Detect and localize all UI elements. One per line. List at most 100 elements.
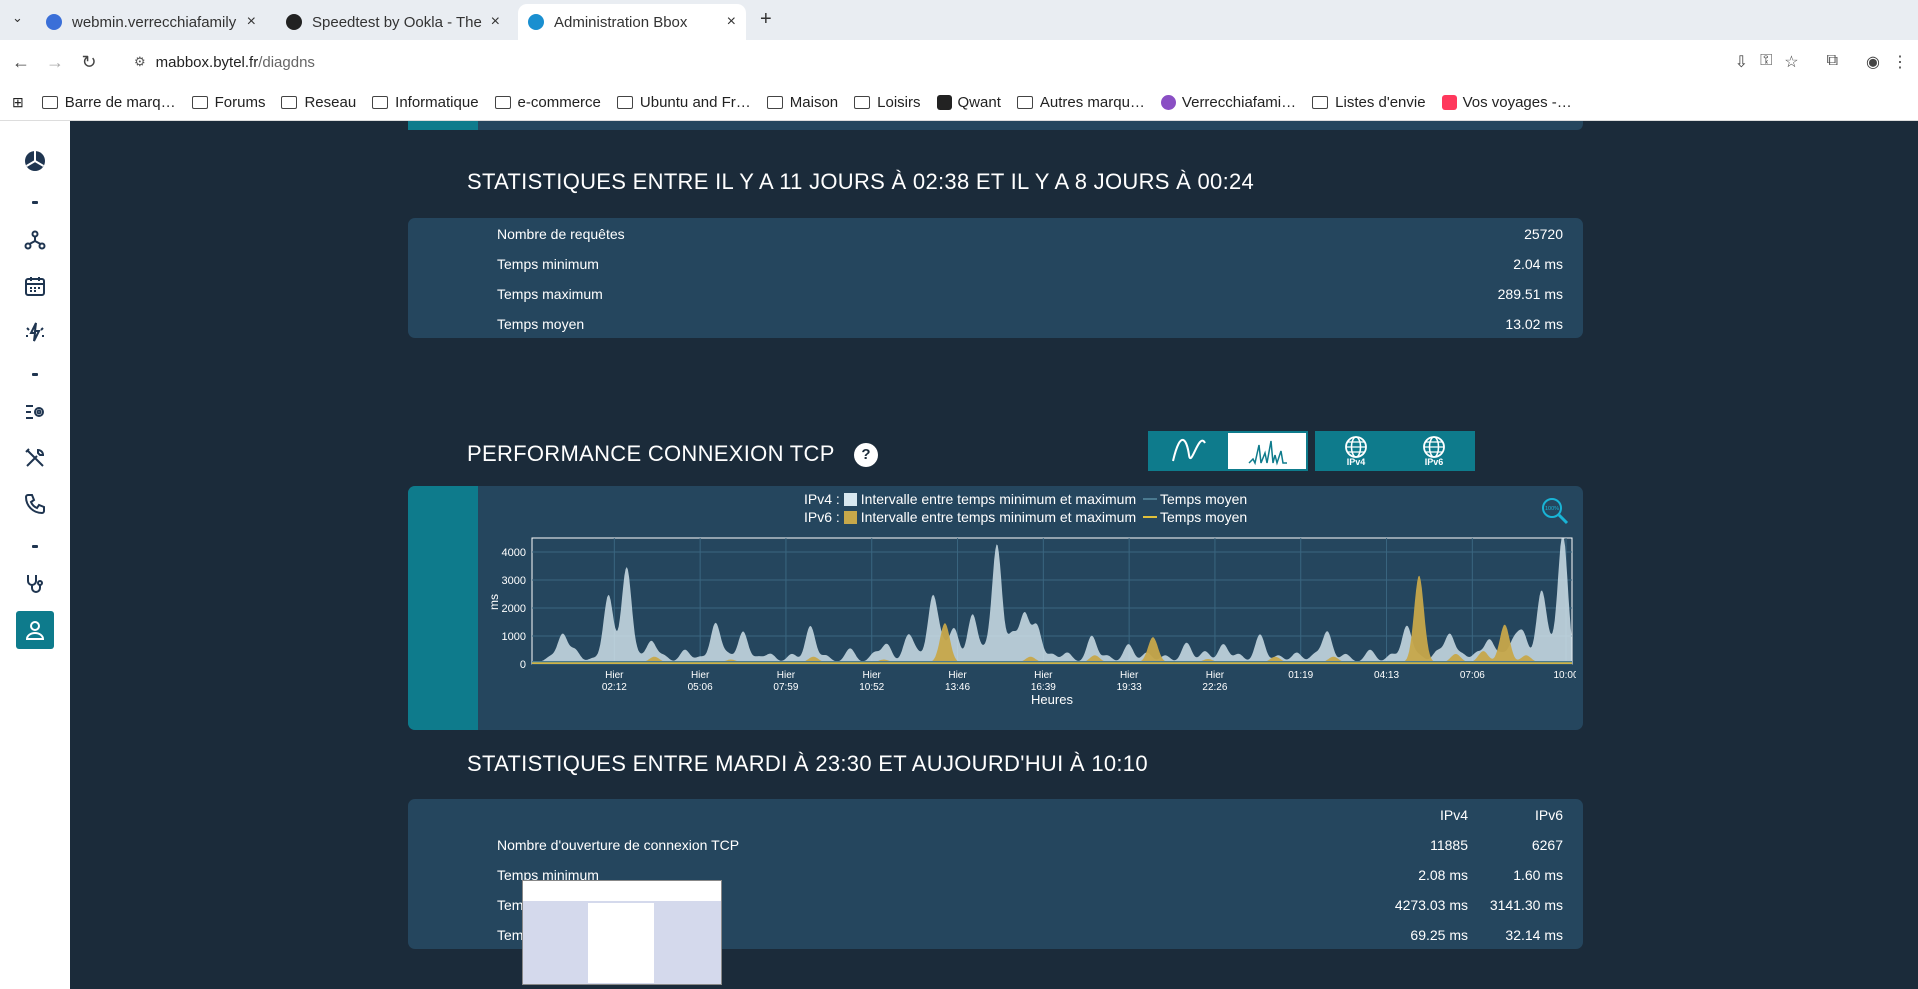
stats-header-row: IPv4 IPv6 [497, 807, 1563, 831]
bookmark-folder[interactable]: Listes d'envie [1312, 94, 1426, 111]
extensions-icon[interactable]: ⧉ [1827, 52, 1838, 72]
settings-icon[interactable] [16, 393, 54, 431]
bookmark-airbnb[interactable]: Vos voyages -… [1441, 94, 1572, 111]
calendar-icon[interactable] [16, 267, 54, 305]
bookmark-folder[interactable]: Loisirs [854, 94, 921, 111]
stat-value-ipv6: 6267 [1531, 837, 1563, 853]
bookmark-folder[interactable]: Forums [191, 94, 265, 111]
x-tick-label: Hier [1120, 670, 1139, 681]
user-icon[interactable] [16, 611, 54, 649]
address-input[interactable]: ⚙ mabbox.bytel.fr/diagdns [120, 45, 1660, 79]
bookmark-verrecchia[interactable]: Verrecchiafami… [1160, 94, 1296, 111]
help-button[interactable]: ? [854, 443, 878, 467]
key-icon[interactable]: ⚿ [1760, 52, 1772, 72]
stats-row: Temps minimum 2.04 ms [497, 256, 1563, 280]
x-tick-label: Hier [948, 670, 967, 681]
legend-range-label: Intervalle entre temps minimum et maximu… [860, 491, 1137, 507]
x-tick-label: 01:19 [1288, 670, 1313, 681]
x-tick-label: 10:52 [859, 682, 884, 693]
x-tick-label: Hier [863, 670, 882, 681]
globe-icon [1423, 436, 1445, 458]
stats-row: Nombre de requêtes 25720 [497, 226, 1563, 250]
apps-icon[interactable]: ⊞ [12, 94, 24, 111]
dns-stats-title: STATISTIQUES ENTRE IL Y A 11 JOURS À 02:… [467, 169, 1255, 194]
dns-stats-card: Nombre de requêtes 25720 Temps minimum 2.0… [408, 218, 1583, 338]
close-tab-icon[interactable]: × [491, 13, 500, 31]
stat-label: Temps minimum [497, 256, 599, 272]
close-tab-icon[interactable]: × [247, 13, 256, 31]
phone-icon[interactable] [16, 485, 54, 523]
folder-icon [854, 95, 871, 109]
webmin-favicon [46, 14, 62, 30]
new-tab-button[interactable]: + [760, 8, 772, 31]
folder-icon [1312, 95, 1329, 109]
forward-icon[interactable]: → [38, 52, 72, 73]
bookmark-folder[interactable]: e-commerce [494, 94, 601, 111]
x-tick-label: 07:06 [1460, 670, 1485, 681]
bookmark-folder[interactable]: Ubuntu and Fr… [616, 94, 751, 111]
y-tick-label: 3000 [502, 575, 526, 587]
tab-list-button[interactable]: ⌄ [12, 10, 23, 26]
legend-swatch-ipv6-range [843, 511, 857, 524]
stat-label: Nombre de requêtes [497, 226, 625, 242]
tab-bbox[interactable]: Administration Bbox × [518, 4, 746, 40]
zoom-label: 100% [1545, 506, 1559, 512]
tools-icon[interactable] [16, 439, 54, 477]
menu-icon[interactable]: ⋮ [1892, 52, 1908, 72]
zoom-reset-icon[interactable]: 100% [1541, 497, 1569, 525]
site-info-icon[interactable]: ⚙ [134, 54, 146, 70]
y-tick-label: 0 [520, 659, 526, 671]
separator [32, 545, 38, 548]
back-icon[interactable]: ← [4, 52, 38, 73]
bookmarks-bar: ⊞ Barre de marq… Forums Reseau Informati… [0, 84, 1918, 121]
star-icon[interactable]: ☆ [1784, 52, 1798, 72]
install-icon[interactable]: ⇩ [1735, 52, 1748, 72]
address-domain: mabbox.bytel.fr [155, 53, 259, 71]
stat-value-ipv4: 4273.03 ms [1394, 897, 1468, 913]
smooth-curve-button[interactable] [1150, 433, 1228, 469]
x-tick-label: Hier [1034, 670, 1053, 681]
close-tab-icon[interactable]: × [727, 13, 736, 31]
profile-icon[interactable]: ◉ [1866, 52, 1880, 72]
stat-value-ipv6: 32.14 ms [1505, 927, 1563, 943]
column-header-ipv4: IPv4 [1439, 807, 1468, 823]
tab-speedtest[interactable]: Speedtest by Ookla - The × [276, 4, 510, 40]
folder-icon [372, 95, 389, 109]
network-icon[interactable] [16, 221, 54, 259]
tcp-chart-card: IPv4 : Intervalle entre temps minimum et… [408, 486, 1583, 730]
reload-icon[interactable]: ↻ [72, 52, 106, 73]
ipv6-button[interactable]: IPv6 [1395, 433, 1473, 469]
x-tick-label: 10:00 [1553, 670, 1576, 681]
tab-webmin[interactable]: webmin.verrecchiafamily × [36, 4, 266, 40]
bookmark-folder[interactable]: Informatique [372, 94, 479, 111]
stethoscope-icon[interactable] [16, 565, 54, 603]
tcp-chart[interactable]: 01000200030004000Hier02:12Hier05:06Hier0… [486, 536, 1576, 726]
x-tick-label: 13:46 [945, 682, 970, 693]
bookmark-folder[interactable]: Barre de marq… [41, 94, 176, 111]
stat-value-ipv4: 2.08 ms [1418, 867, 1468, 883]
x-axis-label: Heures [1031, 692, 1073, 707]
power-icon[interactable] [16, 313, 54, 351]
separator [32, 373, 38, 376]
bookmark-qwant[interactable]: Qwant [936, 94, 1001, 111]
stats-row: Temps maximum 289.51 ms [497, 286, 1563, 310]
address-path: /diagdns [258, 53, 315, 71]
tcp-stats-title: STATISTIQUES ENTRE MARDI À 23:30 ET AUJO… [467, 751, 1148, 776]
window-thumbnail-preview[interactable] [522, 880, 722, 985]
chart-type-toggle [1148, 431, 1308, 471]
tab-title: Administration Bbox [554, 13, 688, 31]
peaks-chart-button[interactable] [1228, 433, 1306, 469]
bookmark-folder[interactable]: Reseau [281, 94, 356, 111]
stat-value-ipv4: 69.25 ms [1410, 927, 1468, 943]
legend-mean-label: Temps moyen [1160, 509, 1248, 525]
x-tick-label: Hier [777, 670, 796, 681]
bookmark-folder[interactable]: Maison [766, 94, 838, 111]
y-tick-label: 2000 [502, 603, 526, 615]
toolbar-icons: ⇩ ⚿ ☆ ⧉ ◉ ⋮ [1735, 52, 1908, 72]
legend-swatch-ipv4-range [843, 493, 857, 506]
bbox-logo-icon[interactable] [16, 142, 54, 180]
bookmark-folder[interactable]: Autres marqu… [1016, 94, 1145, 111]
x-tick-label: Hier [1206, 670, 1225, 681]
ipv4-button[interactable]: IPv4 [1317, 433, 1395, 469]
previous-card [408, 121, 1583, 130]
